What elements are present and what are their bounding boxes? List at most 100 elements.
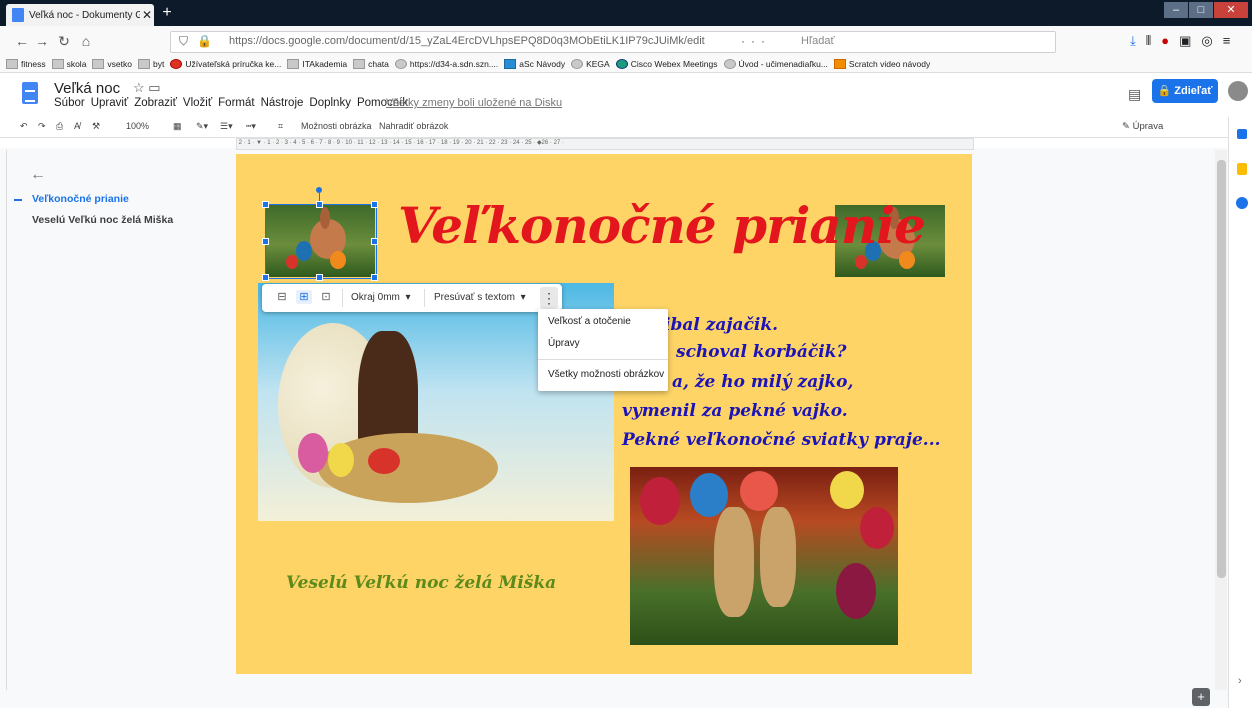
horizontal-ruler[interactable]: 2 · 1 · ▼ · 1 · 2 · 3 · 4 · 5 · 6 · 7 · … (236, 138, 974, 150)
star-icon[interactable]: ☆ ▭ (133, 80, 161, 96)
bookmark-item[interactable]: byt (138, 59, 164, 69)
calendar-icon[interactable] (1237, 129, 1247, 139)
border-dash-icon[interactable]: ┅▾ (246, 121, 256, 132)
menu-tools[interactable]: Nástroje (261, 97, 304, 109)
comments-icon[interactable]: ▤ (1128, 86, 1141, 103)
bookmark-item[interactable]: skola (51, 59, 86, 69)
bookmark-item[interactable]: Scratch video návody (833, 59, 930, 69)
resize-handle[interactable] (262, 238, 269, 245)
home-icon[interactable]: ⌂ (78, 32, 94, 50)
url-bar[interactable]: ⛉ 🔒 https://docs.google.com/document/d/1… (170, 31, 1056, 53)
margin-select[interactable]: Okraj 0mm ▾ (351, 292, 410, 303)
document-title[interactable]: Veľká noc (54, 80, 120, 97)
signature-text[interactable]: Veselú Veľkú noc želá Miška (286, 573, 556, 593)
resize-handle[interactable] (371, 238, 378, 245)
wrap-inline-icon[interactable]: ⊟ (274, 290, 290, 304)
tasks-icon[interactable] (1236, 197, 1248, 209)
menu-insert[interactable]: Vložiť (183, 97, 212, 109)
reader-icon[interactable]: ▣ (1179, 33, 1191, 49)
outline-item-heading[interactable]: Veľkonočné prianie (32, 193, 129, 205)
browser-tab[interactable]: Veľká noc - Dokumenty Google ✕ (6, 4, 154, 26)
poem-line-1[interactable]: ibal zajačik. (664, 315, 778, 335)
vertical-ruler[interactable] (6, 150, 13, 690)
border-color-icon[interactable]: ✎▾ (196, 121, 208, 132)
resize-handle[interactable] (371, 274, 378, 281)
editing-mode-button[interactable]: ✎ Úprava (1122, 121, 1163, 132)
resize-handle[interactable] (316, 274, 323, 281)
zoom-select[interactable]: 100% (126, 121, 149, 131)
docs-logo-icon[interactable] (22, 82, 38, 104)
explore-button[interactable]: + (1192, 688, 1210, 706)
bookmark-item[interactable]: Úvod - učimenadiaľku... (723, 59, 828, 69)
avatar[interactable] (1228, 81, 1248, 101)
menu-format[interactable]: Formát (218, 97, 254, 109)
tab-close-icon[interactable]: ✕ (140, 8, 154, 22)
minimize-icon[interactable]: – (1164, 2, 1188, 18)
menu-item-size-rotation[interactable]: Veľkosť a otočenie (548, 316, 631, 327)
rotate-handle[interactable] (316, 187, 322, 193)
new-tab-button[interactable]: + (158, 4, 176, 22)
replace-image-button[interactable]: Nahradiť obrázok (379, 121, 448, 131)
resize-handle[interactable] (262, 274, 269, 281)
share-button[interactable]: 🔒 Zdieľať (1152, 79, 1218, 103)
image-icon[interactable]: ▦ (173, 121, 182, 132)
border-weight-icon[interactable]: ☰▾ (220, 121, 233, 132)
redo-icon[interactable]: ↷ (38, 121, 46, 132)
menu-addons[interactable]: Doplnky (309, 97, 351, 109)
download-icon[interactable]: ⤓ (1130, 33, 1136, 49)
back-icon[interactable]: ← (14, 32, 30, 50)
resize-handle[interactable] (262, 201, 269, 208)
poem-line-5[interactable]: Pekné veľkonočné sviatky praje... (622, 430, 941, 450)
keep-icon[interactable] (1237, 163, 1247, 175)
more-options-icon[interactable]: ⋮ (540, 287, 558, 309)
bookmark-item[interactable]: chata (353, 59, 389, 69)
poem-line-4[interactable]: vymenil za pekné vajko. (622, 401, 848, 421)
poem-line-3[interactable]: a, že ho milý zajko, (672, 372, 853, 392)
outline-back-icon[interactable]: ← (30, 166, 46, 184)
page-heading[interactable]: Veľkonočné prianie (398, 196, 926, 255)
lock-icon[interactable]: 🔒 (197, 34, 212, 48)
expand-panel-icon[interactable]: › (1238, 675, 1242, 687)
bookmark-item[interactable]: ITAkademia (287, 59, 347, 69)
undo-icon[interactable]: ↶ (20, 121, 28, 132)
bookmark-item[interactable]: vsetko (92, 59, 132, 69)
reload-icon[interactable]: ↻ (56, 32, 72, 50)
search-input[interactable]: Hľadať (801, 35, 835, 47)
menu-file[interactable]: Súbor (54, 97, 85, 109)
bookmark-item[interactable]: https://d34-a.sdn.szn.... (394, 59, 498, 69)
extension-icon[interactable]: ◎ (1201, 33, 1212, 49)
bookmark-item[interactable]: fitness (6, 59, 46, 69)
spellcheck-icon[interactable]: A̸ (74, 121, 80, 131)
resize-handle[interactable] (371, 201, 378, 208)
position-select[interactable]: Presúvať s textom ▾ (434, 292, 526, 303)
save-status[interactable]: Všetky zmeny boli uložené na Disku (386, 97, 562, 109)
menu-item-all-image-options[interactable]: Všetky možnosti obrázkov (548, 369, 664, 380)
adblock-icon[interactable]: ● (1161, 33, 1169, 49)
forward-icon[interactable]: → (34, 32, 50, 50)
outline-item-signature[interactable]: Veselú Veľkú noc želá Miška (32, 214, 173, 226)
paint-format-icon[interactable]: ⚒ (92, 121, 100, 132)
bookmark-item[interactable]: Užívateľská príručka ke... (170, 59, 281, 69)
close-window-icon[interactable]: ✕ (1214, 2, 1248, 18)
wrap-text-icon[interactable]: ⊞ (296, 290, 312, 304)
bookmark-item[interactable]: Cisco Webex Meetings (615, 59, 718, 69)
menu-icon[interactable]: ≡ (1223, 33, 1231, 49)
break-text-icon[interactable]: ⊡ (318, 290, 334, 304)
menu-item-adjustments[interactable]: Úpravy (548, 338, 580, 349)
library-icon[interactable]: ⫴ (1146, 33, 1151, 49)
maximize-icon[interactable]: □ (1189, 2, 1213, 18)
resize-handle[interactable] (316, 201, 323, 208)
image-options-button[interactable]: Možnosti obrázka (301, 121, 372, 131)
poem-line-2[interactable]: schoval korbáčik? (676, 342, 846, 362)
menu-edit[interactable]: Upraviť (91, 97, 129, 109)
page-actions-icon[interactable]: ··· (741, 34, 771, 48)
shield-icon[interactable]: ⛉ (179, 34, 188, 49)
print-icon[interactable]: ⎙ (56, 121, 63, 132)
scrollbar-thumb[interactable] (1217, 160, 1226, 578)
url-text[interactable]: https://docs.google.com/document/d/15_yZ… (229, 35, 705, 47)
easter-basket-image[interactable] (630, 467, 898, 645)
menu-view[interactable]: Zobraziť (134, 97, 177, 109)
bookmark-item[interactable]: KEGA (571, 59, 610, 69)
crop-icon[interactable]: ⌗ (278, 121, 283, 132)
bookmark-item[interactable]: aSc Návody (504, 59, 565, 69)
